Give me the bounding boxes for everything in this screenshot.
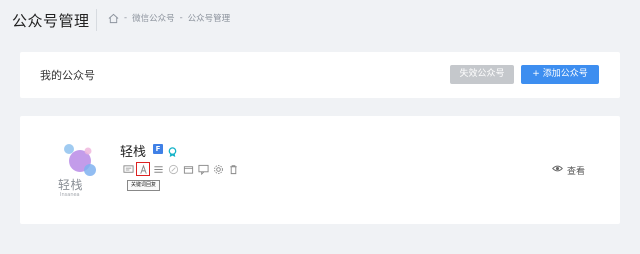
view-label: 查看: [567, 166, 586, 177]
tooltip: 关键词回复: [127, 180, 161, 191]
breadcrumb-item-current: 公众号管理: [187, 14, 231, 24]
breadcrumb-separator: -: [179, 13, 183, 23]
top-bar: 公众号管理 - 微信公众号 - 公众号管理: [0, 0, 640, 40]
message-icon[interactable]: [122, 163, 134, 175]
f-badge-icon: F: [153, 144, 163, 154]
box-icon[interactable]: [182, 163, 194, 175]
add-account-button[interactable]: + 添加公众号: [521, 65, 599, 84]
page-title: 公众号管理: [12, 12, 90, 30]
trash-icon[interactable]: [227, 163, 239, 175]
chat-icon[interactable]: [197, 163, 209, 175]
account-logo: 轻栈 Insanea: [48, 140, 108, 200]
logo-text: 轻栈: [58, 178, 84, 192]
breadcrumb: - 微信公众号 - 公众号管理: [108, 12, 230, 24]
breadcrumb-separator: -: [124, 13, 128, 23]
breadcrumb-item-wechat[interactable]: 微信公众号: [132, 12, 175, 24]
edit-icon[interactable]: [167, 163, 179, 175]
account-card: 轻栈 Insanea 轻栈 F 查看: [20, 116, 620, 224]
home-icon[interactable]: [108, 13, 119, 24]
my-accounts-header: 我的公众号 失效公众号 + 添加公众号: [20, 52, 620, 98]
verified-icon: [167, 143, 178, 158]
section-title: 我的公众号: [40, 69, 95, 82]
eye-icon: [552, 163, 563, 177]
logo-subtext: Insanea: [60, 192, 80, 198]
account-name: 轻栈: [120, 145, 147, 160]
plus-icon: +: [532, 69, 540, 79]
gear-icon[interactable]: [212, 163, 224, 175]
text-a-icon[interactable]: [136, 162, 150, 176]
divider: [96, 9, 97, 31]
add-account-label: 添加公众号: [542, 69, 588, 79]
list-icon[interactable]: [152, 163, 164, 175]
invalid-accounts-button[interactable]: 失效公众号: [450, 65, 514, 84]
view-button[interactable]: 查看: [552, 163, 585, 177]
